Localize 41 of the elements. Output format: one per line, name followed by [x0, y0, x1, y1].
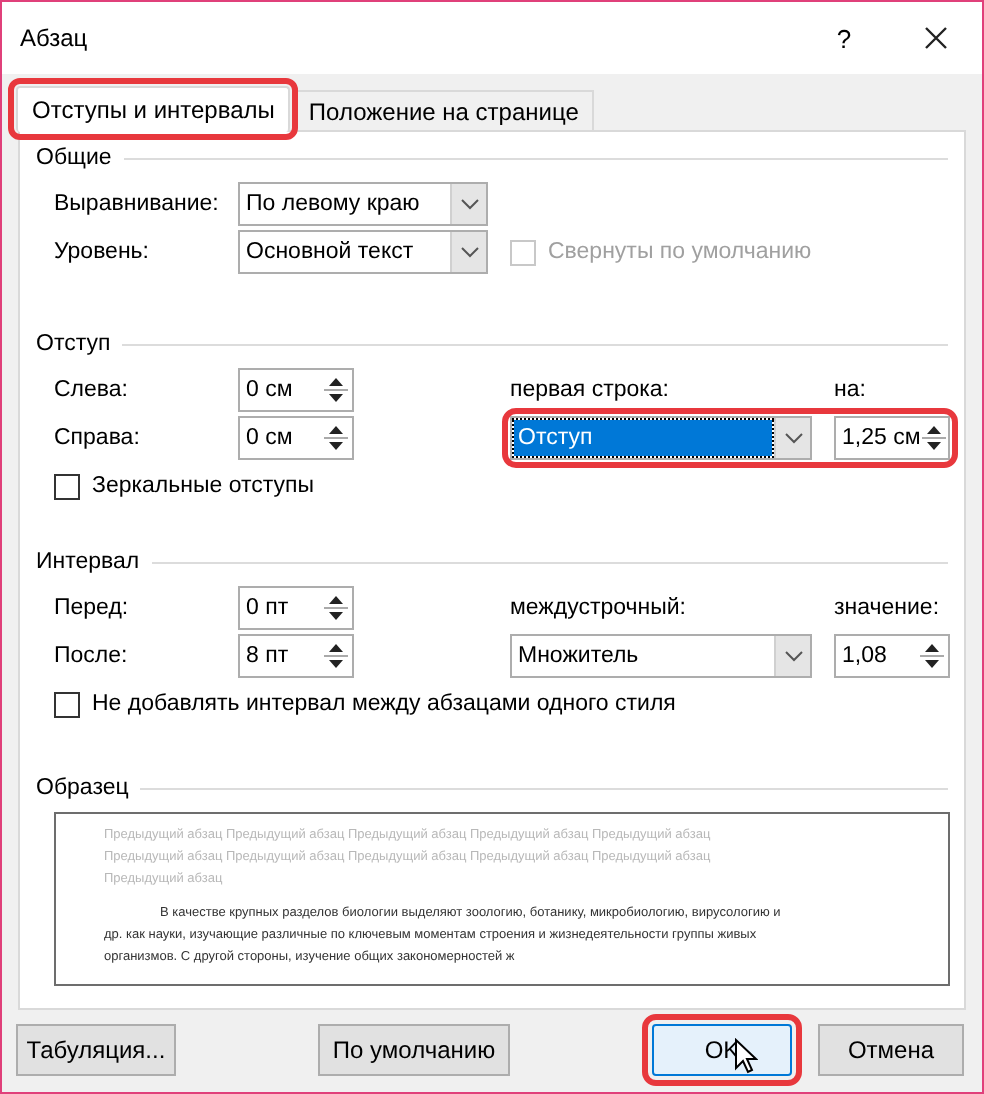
window-title: Абзац: [20, 24, 90, 52]
spin-field[interactable]: 8 пт: [238, 634, 354, 678]
chevron-down-icon: [783, 432, 803, 444]
section-title: Интервал: [36, 550, 142, 574]
checkbox[interactable]: [54, 473, 80, 499]
field-label: первая строка:: [510, 378, 672, 402]
field-label: значение:: [834, 596, 942, 620]
field-label: междустрочный:: [510, 596, 688, 620]
section-title: Общие: [36, 146, 114, 170]
field-label: Справа:: [54, 426, 142, 450]
checkbox-label: Не добавлять интервал между абзацами одного стиля: [92, 692, 676, 716]
chevron-down-icon: [459, 198, 479, 210]
help-button[interactable]: ?: [798, 2, 890, 74]
dropdown[interactable]: Множитель: [510, 634, 812, 678]
field-label: Выравнивание:: [54, 192, 221, 216]
dialog-button[interactable]: Отмена: [818, 1024, 964, 1076]
spin-field[interactable]: 1,25 см: [834, 416, 950, 460]
spin-field[interactable]: 1,08: [834, 634, 950, 678]
dropdown[interactable]: Основной текст: [238, 230, 488, 274]
dropdown[interactable]: По левому краю: [238, 182, 488, 226]
dropdown[interactable]: Отступ: [510, 416, 812, 460]
section-title: Образец: [36, 776, 131, 800]
spin-field[interactable]: 0 см: [238, 416, 354, 460]
field-label: После:: [54, 644, 130, 668]
field-label: на:: [834, 378, 868, 402]
close-icon: [924, 26, 948, 50]
field-label: Слева:: [54, 378, 130, 402]
checkbox-label: Свернуты по умолчанию: [548, 240, 812, 264]
section-title: Отступ: [36, 332, 113, 356]
field-label: Уровень:: [54, 240, 151, 264]
field-label: Перед:: [54, 596, 131, 620]
dialog-button[interactable]: Табуляция...: [16, 1024, 176, 1076]
checkbox[interactable]: [54, 691, 80, 717]
chevron-down-icon: [783, 650, 803, 662]
tab[interactable]: Положение на странице: [292, 90, 595, 130]
checkbox-label: Зеркальные отступы: [92, 474, 314, 498]
dialog-button[interactable]: По умолчанию: [318, 1024, 510, 1076]
mouse-pointer-icon: [734, 1038, 758, 1074]
spin-field[interactable]: 0 см: [238, 368, 354, 412]
spin-field[interactable]: 0 пт: [238, 586, 354, 630]
chevron-down-icon: [459, 246, 479, 258]
